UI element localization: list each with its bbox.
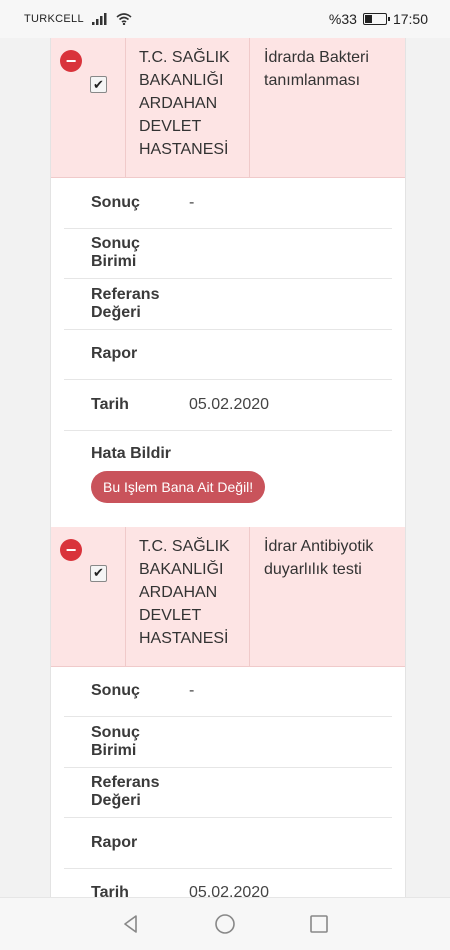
- results-panel: − ✔ T.C. SAĞLIK BAKANLIĞI ARDAHAN DEVLET…: [50, 38, 406, 897]
- results-scroll-area[interactable]: − ✔ T.C. SAĞLIK BAKANLIĞI ARDAHAN DEVLET…: [0, 38, 450, 897]
- detail-row-sonuc-birimi: Sonuç Birimi: [64, 717, 392, 768]
- carrier-name: TURKCELL: [24, 13, 84, 25]
- record-row: − ✔ T.C. SAĞLIK BAKANLIĞI ARDAHAN DEVLET…: [51, 38, 405, 178]
- record-row: − ✔ T.C. SAĞLIK BAKANLIĞI ARDAHAN DEVLET…: [51, 526, 405, 667]
- check-icon: ✔: [93, 565, 104, 580]
- not-mine-button[interactable]: Bu Işlem Bana Ait Değil!: [91, 470, 266, 503]
- wifi-icon: [116, 13, 132, 25]
- detail-row-rapor: Rapor: [64, 330, 392, 380]
- home-icon[interactable]: [213, 912, 237, 936]
- hata-bildir-section: Hata Bildir Bu Işlem Bana Ait Değil!: [64, 431, 392, 527]
- hospital-name: T.C. SAĞLIK BAKANLIĞI ARDAHAN DEVLET HAS…: [126, 38, 250, 177]
- detail-row-sonuc: Sonuç -: [64, 178, 392, 229]
- record-controls: − ✔: [51, 526, 126, 666]
- battery-icon: [362, 13, 390, 25]
- system-nav-bar: [0, 897, 450, 950]
- clock: 17:50: [392, 11, 428, 27]
- record-details: Sonuç - Sonuç Birimi Referans Değeri Rap…: [64, 178, 392, 527]
- record-details: Sonuç - Sonuç Birimi Referans Değeri Rap…: [64, 667, 392, 897]
- status-bar: TURKCELL %33 17:50: [0, 0, 450, 38]
- hata-bildir-label: Hata Bildir: [91, 444, 172, 462]
- detail-row-tarih: Tarih 05.02.2020: [64, 869, 392, 897]
- record-checkbox[interactable]: ✔: [90, 76, 107, 93]
- back-icon[interactable]: [119, 912, 143, 936]
- record-controls: − ✔: [51, 38, 126, 177]
- collapse-icon[interactable]: −: [60, 538, 82, 561]
- hospital-name: T.C. SAĞLIK BAKANLIĞI ARDAHAN DEVLET HAS…: [126, 526, 250, 666]
- signal-icon: [91, 13, 107, 25]
- detail-row-referans: Referans Değeri: [64, 279, 392, 330]
- detail-row-sonuc-birimi: Sonuç Birimi: [64, 229, 392, 279]
- detail-row-tarih: Tarih 05.02.2020: [64, 380, 392, 431]
- detail-row-rapor: Rapor: [64, 818, 392, 869]
- test-name: İdrarda Bakteri tanımlanması: [264, 49, 369, 89]
- collapse-icon[interactable]: −: [60, 50, 82, 72]
- test-name: İdrar Antibiyotik duyarlılık testi: [264, 537, 374, 578]
- record-checkbox[interactable]: ✔: [90, 564, 107, 582]
- recents-icon[interactable]: [307, 912, 331, 936]
- battery-percent: %33: [328, 11, 357, 27]
- detail-row-referans: Referans Değeri: [64, 768, 392, 818]
- check-icon: ✔: [93, 76, 104, 92]
- detail-row-sonuc: Sonuç -: [64, 667, 392, 717]
